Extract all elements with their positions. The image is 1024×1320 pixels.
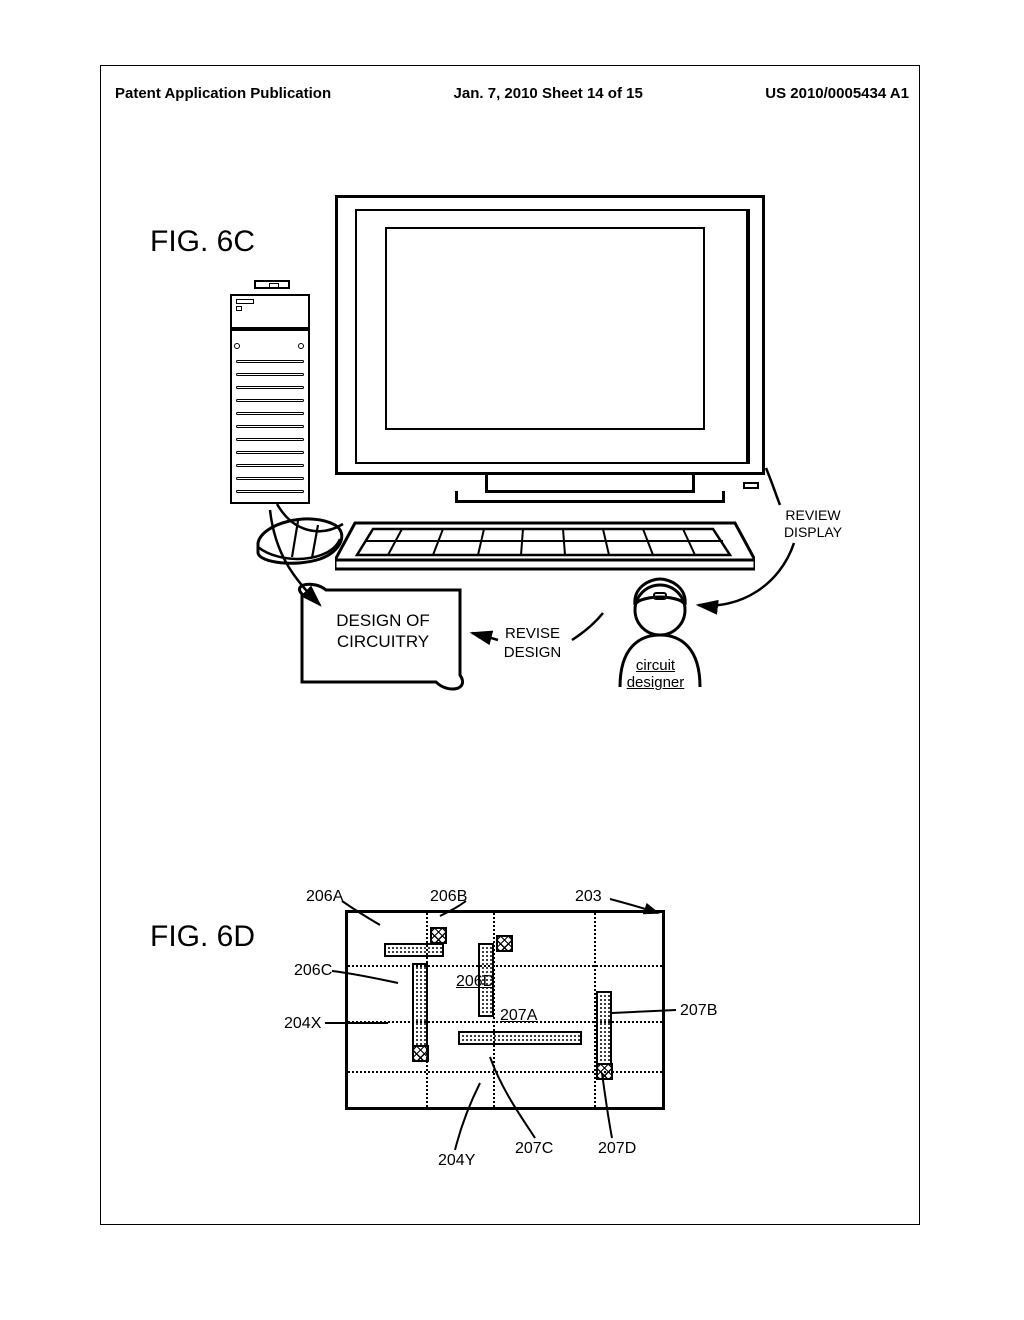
header-left: Patent Application Publication	[115, 85, 331, 102]
figure-6c: DESIGN OF CIRCUITRY circuit designer REV…	[220, 185, 820, 705]
page-header: Patent Application Publication Jan. 7, 2…	[115, 85, 909, 102]
callout-arrows	[220, 185, 860, 705]
ref-leaders	[280, 885, 720, 1185]
figure-6d: 206A 206B 203 206C 206D 207A 204X 207B 2…	[320, 890, 760, 1190]
header-right: US 2010/0005434 A1	[765, 85, 909, 102]
figure-6d-label: FIG. 6D	[150, 920, 255, 954]
header-center: Jan. 7, 2010 Sheet 14 of 15	[454, 85, 643, 102]
